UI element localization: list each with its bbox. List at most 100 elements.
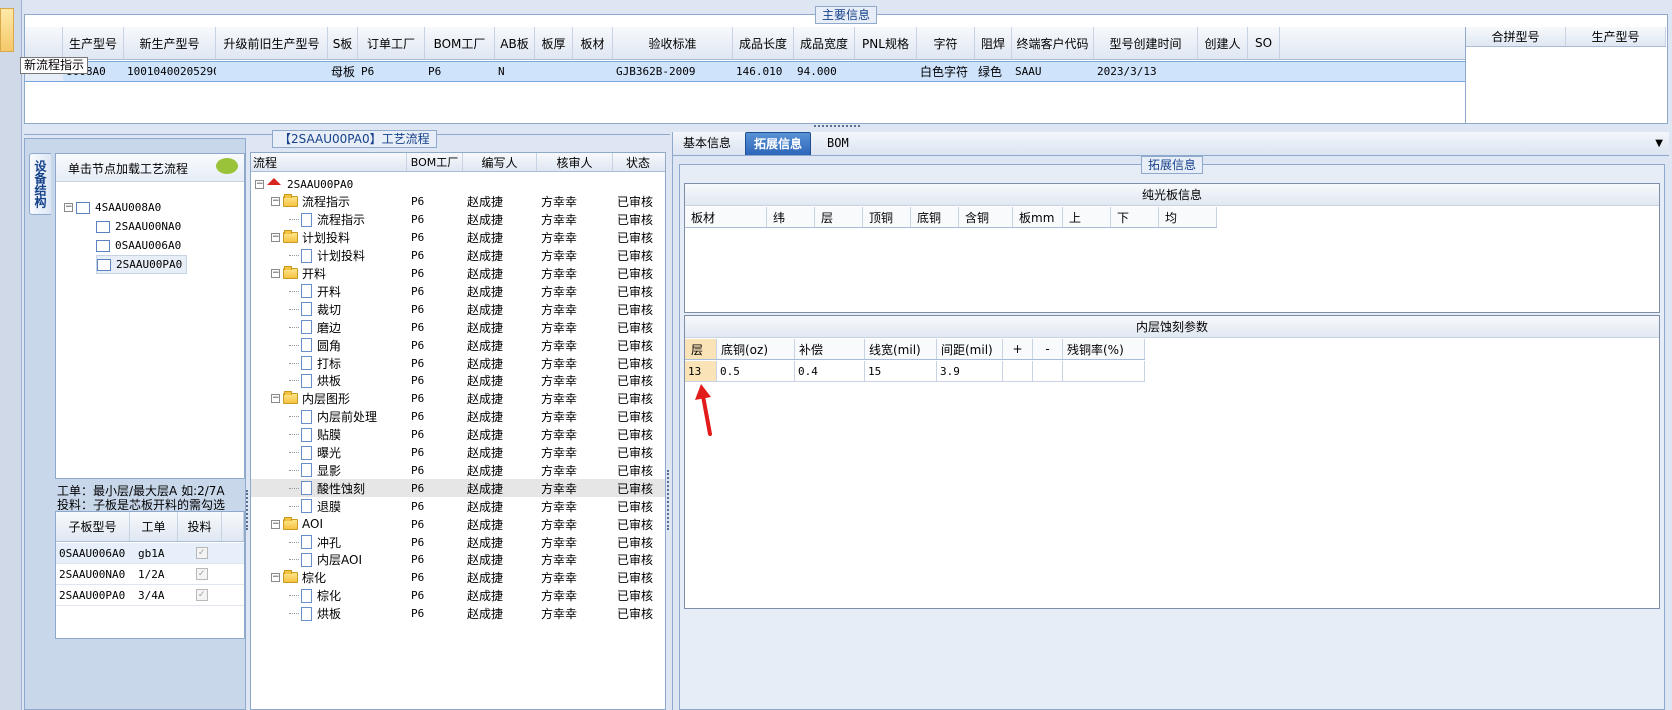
cell[interactable] [1248, 62, 1280, 81]
flow-step[interactable]: 内层前处理 P6 赵成捷 方幸幸 已审核 [251, 408, 665, 426]
col-header[interactable]: 字符 [917, 27, 975, 59]
table-row[interactable]: 2SAAU00NA0 1/2A ✓ [56, 564, 244, 585]
flow-step[interactable]: 显影 P6 赵成捷 方幸幸 已审核 [251, 461, 665, 479]
main-info-row[interactable]: U008A010010400205290 母板P6P6 N GJB362B-20… [25, 61, 1465, 82]
dropdown-icon[interactable]: ▼ [1655, 138, 1663, 149]
tab-extended[interactable]: 拓展信息 [745, 132, 812, 155]
checkbox[interactable]: ✓ [195, 547, 208, 559]
cell[interactable]: 146.010 [733, 62, 794, 81]
flow-step[interactable]: 酸性蚀刻 P6 赵成捷 方幸幸 已审核 [251, 479, 665, 498]
collapse-icon[interactable]: − [271, 394, 280, 404]
splitter-right[interactable] [667, 470, 671, 530]
flow-step[interactable]: 退膜 P6 赵成捷 方幸幸 已审核 [251, 497, 665, 515]
cell[interactable]: 绿色 [975, 62, 1012, 81]
flow-step[interactable]: 开料 P6 赵成捷 方幸幸 已审核 [251, 282, 665, 300]
cell[interactable]: P6 [358, 62, 425, 81]
flow-step[interactable]: 磨边 P6 赵成捷 方幸幸 已审核 [251, 318, 665, 336]
flow-step[interactable]: 内层AOI P6 赵成捷 方幸幸 已审核 [251, 551, 665, 569]
col-header[interactable]: 验收标准 [613, 27, 733, 59]
table-row[interactable]: 2SAAU00PA0 3/4A ✓ [56, 585, 244, 606]
tree-node[interactable]: 2SAAU00NA0 [96, 217, 181, 236]
cell[interactable]: 2023/3/13 [1094, 62, 1198, 81]
document-icon [301, 588, 312, 603]
cell[interactable]: N [495, 62, 535, 81]
tree-node-root[interactable]: −4SAAU008A0 [64, 198, 161, 217]
col-header[interactable]: AB板 [495, 27, 535, 59]
cell[interactable] [216, 62, 328, 81]
cell[interactable]: 10010400205290 [124, 62, 216, 81]
cell[interactable] [573, 62, 613, 81]
collapse-icon[interactable]: − [271, 233, 280, 243]
checkbox[interactable]: ✓ [195, 568, 208, 580]
cell: 方幸幸 [541, 267, 578, 281]
row-indicator-header [25, 27, 63, 59]
collapse-icon[interactable]: − [255, 179, 264, 189]
cell[interactable] [535, 62, 573, 81]
flow-step[interactable]: 冲孔 P6 赵成捷 方幸幸 已审核 [251, 533, 665, 551]
cell[interactable]: 母板 [328, 62, 358, 81]
tree-line [289, 308, 299, 310]
vertical-tab[interactable]: 设备结构 [29, 153, 51, 215]
cell[interactable]: GJB362B-2009 [613, 62, 733, 81]
cell[interactable]: 白色字符 [917, 62, 975, 81]
flow-group[interactable]: − 内层图形 P6 赵成捷 方幸幸 已审核 [251, 390, 665, 408]
flow-step[interactable]: 计划投料 P6 赵成捷 方幸幸 已审核 [251, 247, 665, 265]
col-header[interactable]: SO [1248, 27, 1280, 59]
flow-group[interactable]: − AOI P6 赵成捷 方幸幸 已审核 [251, 515, 665, 533]
flow-step[interactable]: 曝光 P6 赵成捷 方幸幸 已审核 [251, 444, 665, 462]
flow-step[interactable]: 贴膜 P6 赵成捷 方幸幸 已审核 [251, 426, 665, 444]
red-arrow-icon [695, 384, 712, 436]
cell[interactable] [1198, 62, 1248, 81]
col-header[interactable]: 生产型号 [63, 27, 124, 59]
flow-group[interactable]: − 棕化 P6 赵成捷 方幸幸 已审核 [251, 569, 665, 587]
cell[interactable]: P6 [425, 62, 495, 81]
collapse-icon[interactable]: − [271, 269, 280, 278]
col-header[interactable]: PNL规格 [855, 27, 917, 59]
collapse-icon[interactable]: − [271, 519, 280, 529]
col-header[interactable]: 板厚 [535, 27, 573, 59]
col-header[interactable]: 新生产型号 [124, 27, 216, 59]
cell[interactable] [855, 62, 917, 81]
collapse-icon[interactable]: − [271, 197, 280, 207]
collapse-icon[interactable]: − [64, 203, 73, 212]
col-header[interactable]: BOM工厂 [425, 27, 495, 59]
col-header[interactable]: 终端客户代码 [1012, 27, 1094, 59]
cell[interactable]: 94.000 [794, 62, 855, 81]
node-label: 贴膜 [317, 428, 342, 443]
col-header[interactable]: 升级前旧生产型号 [216, 27, 328, 59]
flow-step[interactable]: 棕化 P6 赵成捷 方幸幸 已审核 [251, 587, 665, 605]
tree-line [289, 326, 299, 328]
tree-node[interactable]: 0SAAU006A0 [96, 236, 181, 255]
col-header[interactable]: 订单工厂 [358, 27, 425, 59]
col-header[interactable]: 板材 [573, 27, 613, 59]
flow-step[interactable]: 圆角 P6 赵成捷 方幸幸 已审核 [251, 336, 665, 354]
tab-basic[interactable]: 基本信息 [675, 132, 739, 155]
flow-group[interactable]: − 流程指示 P6 赵成捷 方幸幸 已审核 [251, 193, 665, 211]
flow-step[interactable]: 裁切 P6 赵成捷 方幸幸 已审核 [251, 300, 665, 318]
flow-group[interactable]: − 开料 P6 赵成捷 方幸幸 已审核 [251, 265, 665, 283]
splitter-left[interactable] [246, 490, 250, 530]
col-header[interactable]: 创建人 [1198, 27, 1248, 59]
flow-group[interactable]: − 计划投料 P6 赵成捷 方幸幸 已审核 [251, 229, 665, 247]
etch-row[interactable]: 13 0.5 0.4 15 3.9 [685, 361, 1145, 382]
cell: 已审核 [617, 607, 654, 622]
col-header[interactable]: S板 [328, 27, 358, 59]
flow-step[interactable]: 烘板 P6 赵成捷 方幸幸 已审核 [251, 372, 665, 390]
tree-node-selected[interactable]: 2SAAU00PA0 [96, 255, 188, 274]
gutter-handle[interactable] [0, 8, 14, 52]
splitter-handle[interactable] [814, 125, 860, 129]
cell[interactable]: SAAU [1012, 62, 1094, 81]
col-header[interactable]: 成品长度 [733, 27, 794, 59]
flow-step[interactable]: 烘板 P6 赵成捷 方幸幸 已审核 [251, 605, 665, 623]
collapse-icon[interactable]: − [271, 573, 280, 583]
col-header[interactable]: 成品宽度 [794, 27, 855, 59]
flow-root[interactable]: − 2SAAU00PA0 [251, 175, 665, 193]
document-icon [301, 356, 312, 370]
col-header[interactable]: 阻焊 [975, 27, 1012, 59]
table-row[interactable]: 0SAAU006A0 gb1A ✓ [56, 543, 244, 564]
checkbox[interactable]: ✓ [195, 589, 208, 601]
flow-step[interactable]: 流程指示 P6 赵成捷 方幸幸 已审核 [251, 211, 665, 229]
tab-bom[interactable]: BOM [819, 132, 857, 155]
col-header[interactable]: 型号创建时间 [1094, 27, 1198, 59]
flow-step[interactable]: 打标 P6 赵成捷 方幸幸 已审核 [251, 354, 665, 372]
